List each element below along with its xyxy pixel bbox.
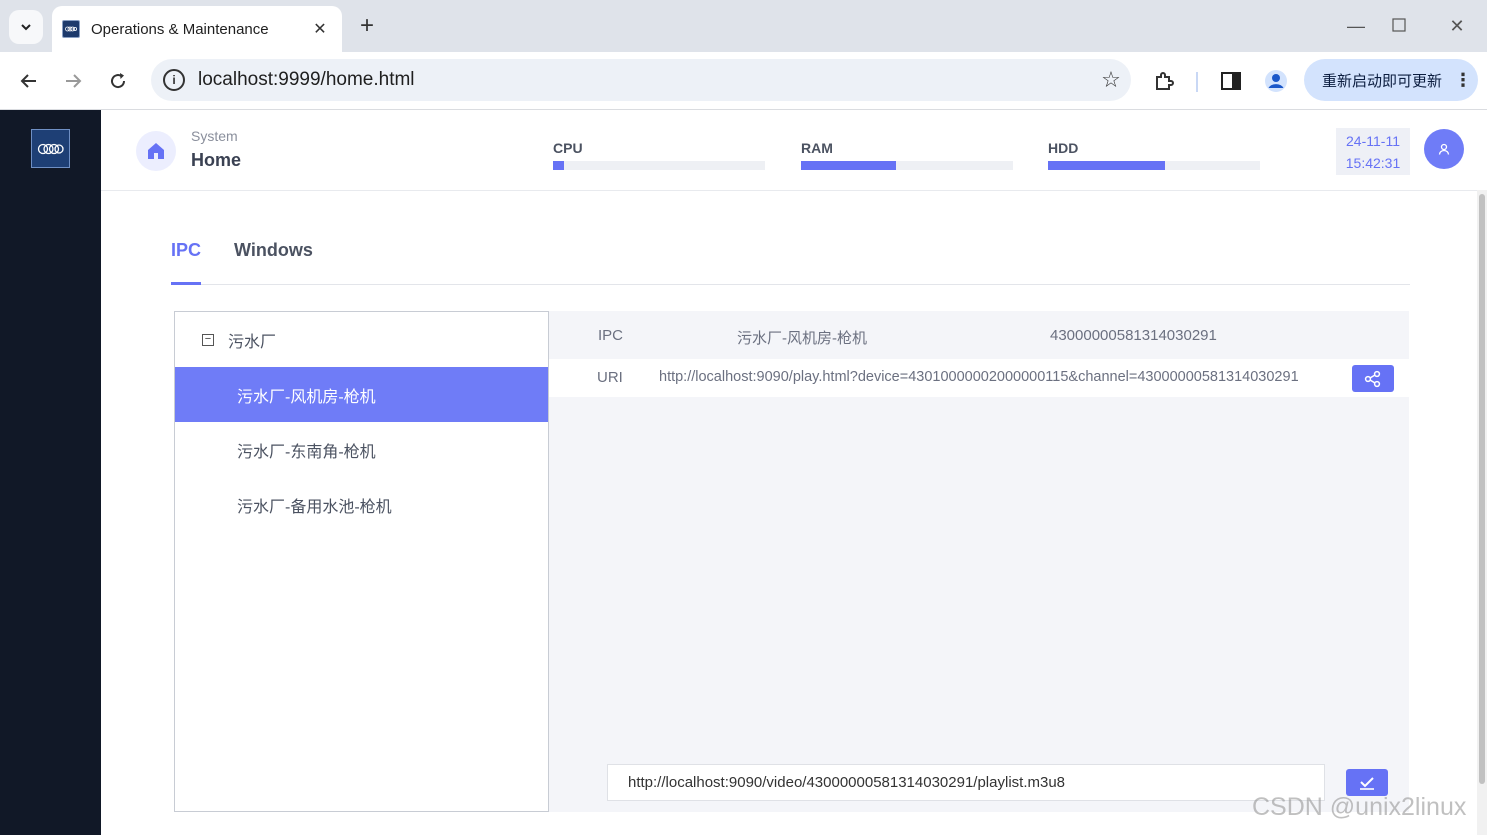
content-tabs: IPC Windows xyxy=(171,228,1410,285)
ipc-id: 43000000581314030291 xyxy=(1050,327,1217,344)
device-tree: − 污水厂 污水厂-风机房-枪机 污水厂-东南角-枪机 污水厂-备用水池-枪机 xyxy=(174,311,549,812)
update-chrome-button[interactable]: 重新启动即可更新 ⋮ xyxy=(1304,59,1478,101)
browser-tab-active[interactable]: Operations & Maintenance ✕ xyxy=(52,6,342,52)
tab-search-button[interactable] xyxy=(9,10,43,44)
ipc-detail-panel: IPC 污水厂-风机房-枪机 43000000581314030291 URI … xyxy=(549,311,1409,812)
tree-item[interactable]: 污水厂-风机房-枪机 xyxy=(175,367,548,422)
address-url[interactable]: localhost:9999/home.html xyxy=(198,69,1091,91)
collapse-icon[interactable]: − xyxy=(202,333,214,346)
arrow-right-icon xyxy=(66,74,82,88)
app-root: System Home CPU RAM HDD 24-11-11 15:42:3… xyxy=(0,110,1487,835)
close-tab-icon[interactable]: ✕ xyxy=(310,19,330,39)
minimize-window-button[interactable]: — xyxy=(1341,12,1371,40)
maximize-icon xyxy=(1392,18,1406,32)
hdd-fill xyxy=(1048,161,1165,170)
ram-track xyxy=(801,161,1013,170)
reload-button[interactable] xyxy=(103,66,133,96)
more-menu-icon[interactable]: ⋮ xyxy=(1454,70,1472,91)
ram-label: RAM xyxy=(801,140,833,156)
back-button[interactable] xyxy=(14,66,44,96)
close-window-button[interactable]: ✕ xyxy=(1442,12,1472,40)
home-icon-badge[interactable] xyxy=(136,131,176,171)
toolbar-divider xyxy=(1196,72,1198,92)
check-icon xyxy=(1360,776,1374,790)
uri-row: URI http://localhost:9090/play.html?devi… xyxy=(549,359,1409,397)
bookmark-star-icon[interactable]: ☆ xyxy=(1091,67,1131,93)
tree-group-label: 污水厂 xyxy=(228,333,277,351)
date-text: 24-11-11 xyxy=(1346,133,1400,149)
playlist-url-field[interactable]: http://localhost:9090/video/430000005813… xyxy=(607,764,1325,801)
page-title: Home xyxy=(191,150,242,170)
hdd-meter: HDD xyxy=(1048,140,1260,170)
chevron-down-icon xyxy=(21,24,31,31)
browser-tabstrip: Operations & Maintenance ✕ + — ✕ xyxy=(0,0,1487,52)
cpu-track xyxy=(553,161,765,170)
time-text: 15:42:31 xyxy=(1345,155,1401,171)
ipc-field-label: IPC xyxy=(598,327,624,344)
cpu-meter: CPU xyxy=(553,140,765,170)
datetime-display: 24-11-11 15:42:31 xyxy=(1336,128,1410,175)
site-info-icon[interactable]: i xyxy=(163,69,185,91)
profile-button[interactable] xyxy=(1261,66,1291,96)
ram-fill xyxy=(801,161,897,170)
share-button[interactable] xyxy=(1352,365,1394,392)
home-icon xyxy=(148,143,164,159)
uri-value: http://localhost:9090/play.html?device=4… xyxy=(659,369,1299,385)
share-icon xyxy=(1364,370,1381,387)
reload-icon xyxy=(111,73,126,89)
scrollbar-thumb[interactable] xyxy=(1479,194,1485,784)
app-header: System Home CPU RAM HDD 24-11-11 15:42:3… xyxy=(101,110,1477,191)
hdd-track xyxy=(1048,161,1260,170)
sidebar xyxy=(0,110,101,835)
ram-meter: RAM xyxy=(801,140,1013,170)
tab-ipc[interactable]: IPC xyxy=(171,240,202,285)
maximize-window-button[interactable] xyxy=(1384,12,1414,40)
ipc-name: 污水厂-风机房-枪机 xyxy=(737,330,867,347)
browser-tab-title: Operations & Maintenance xyxy=(91,20,269,38)
tree-item[interactable]: 污水厂-备用水池-枪机 xyxy=(175,477,548,532)
confirm-button[interactable] xyxy=(1346,769,1388,796)
tab-windows[interactable]: Windows xyxy=(234,240,313,285)
new-tab-button[interactable]: + xyxy=(354,12,380,40)
arrow-left-icon xyxy=(20,74,36,88)
app-logo[interactable] xyxy=(31,129,70,168)
extensions-button[interactable] xyxy=(1149,66,1179,96)
cpu-fill xyxy=(553,161,564,170)
page-scrollbar[interactable] xyxy=(1477,190,1487,835)
side-panel-icon xyxy=(1221,72,1241,90)
forward-button[interactable] xyxy=(58,66,88,96)
user-avatar-button[interactable] xyxy=(1424,129,1464,169)
user-icon xyxy=(1438,143,1450,155)
hdd-label: HDD xyxy=(1048,140,1079,156)
puzzle-icon xyxy=(1156,72,1174,90)
uri-field-label: URI xyxy=(597,369,623,386)
side-panel-button[interactable] xyxy=(1216,66,1246,96)
breadcrumb-parent[interactable]: System xyxy=(191,128,238,144)
ipc-info-row: IPC 污水厂-风机房-枪机 43000000581314030291 xyxy=(549,311,1409,359)
address-bar[interactable]: i localhost:9999/home.html ☆ xyxy=(151,59,1131,101)
cpu-label: CPU xyxy=(553,140,583,156)
tree-group[interactable]: − 污水厂 xyxy=(175,312,548,367)
tree-item[interactable]: 污水厂-东南角-枪机 xyxy=(175,422,548,477)
logo-rings-icon xyxy=(37,143,64,154)
watermark: CSDN @unix2linux xyxy=(1252,793,1467,821)
update-label: 重新启动即可更新 xyxy=(1322,72,1443,90)
profile-icon xyxy=(1265,70,1287,92)
app-favicon-icon xyxy=(62,20,80,38)
browser-toolbar: i localhost:9999/home.html ☆ 重新启动即可更新 ⋮ xyxy=(0,52,1487,110)
